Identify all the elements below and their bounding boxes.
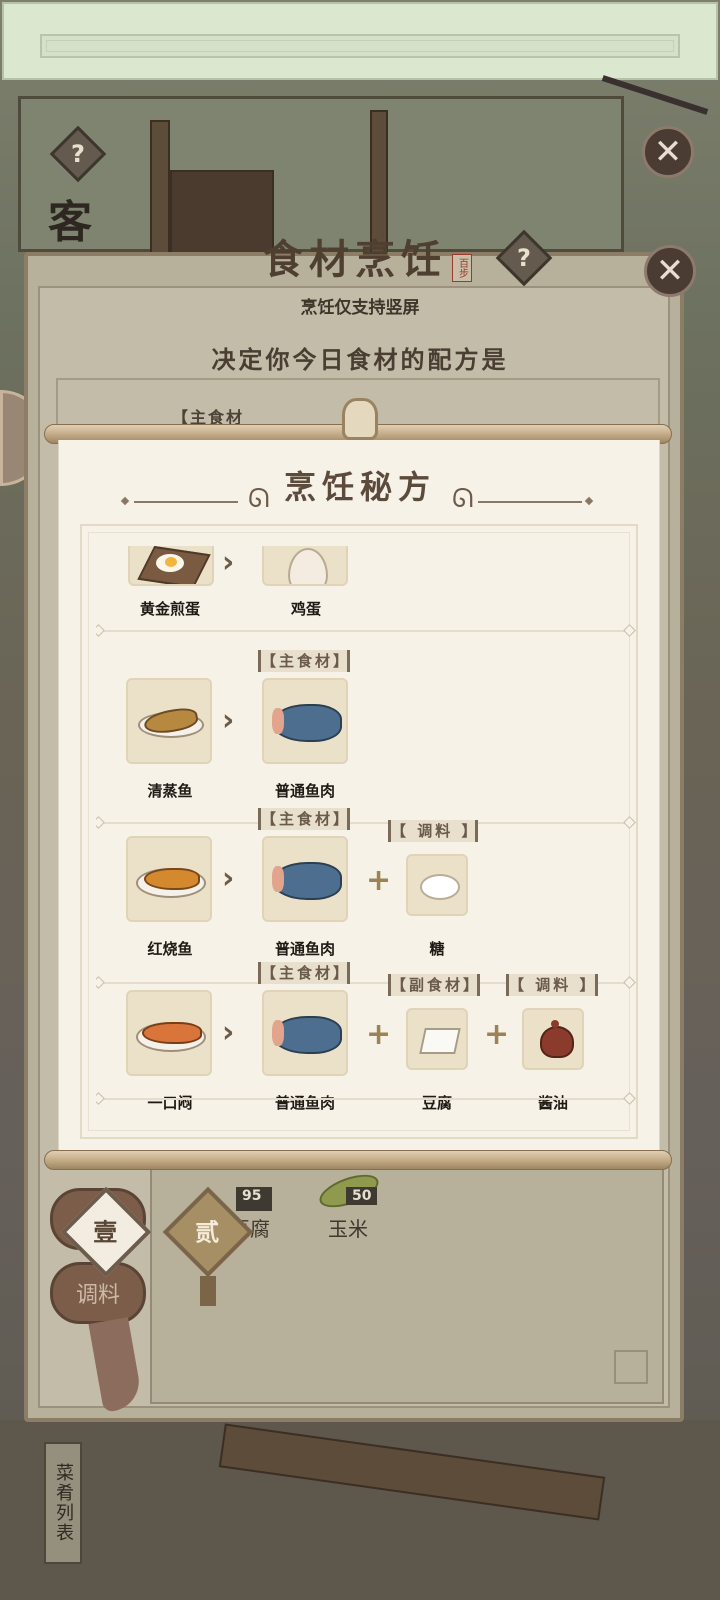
seasoning-button[interactable]: 调料 — [50, 1262, 146, 1324]
fish-meat-icon — [262, 678, 348, 764]
scroll-knot-decoration — [342, 398, 378, 440]
ingredient-name: 豆腐 — [421, 1094, 452, 1112]
seasoning-label: 调料 — [75, 1283, 120, 1308]
tofu-count: 95 — [236, 1187, 268, 1205]
egg-icon — [262, 546, 348, 586]
title-line-right — [478, 501, 582, 503]
dish-list-button[interactable]: 菜肴列表 — [44, 1442, 82, 1564]
top-banner-bar — [40, 34, 680, 58]
main-ingredient-tag: 【主食材】 — [258, 650, 350, 672]
wooden-pillar — [150, 120, 170, 254]
dish-list-label: 菜肴列表 — [53, 1463, 74, 1543]
recipe-list[interactable]: 黄金煎蛋 › 鸡蛋 【主食材】 清蒸鱼 › 普通鱼肉 【主食材】 【 调料 】 … — [96, 546, 636, 1116]
dish-name: 清蒸鱼 — [147, 782, 193, 800]
scroll-bottom-rod — [44, 1150, 672, 1170]
soy-sauce-icon — [522, 1008, 584, 1070]
ingredient-name: 普通鱼肉 — [274, 940, 335, 958]
tab-two-label: 贰 — [195, 1217, 220, 1247]
panel-close-button[interactable]: ✕ — [644, 245, 696, 297]
main-ingredient-tag: 【主食材】 — [258, 808, 350, 830]
recipe-row[interactable]: 【主食材】 清蒸鱼 › 普通鱼肉 — [96, 650, 636, 824]
chevron-right-icon: › — [222, 861, 235, 896]
tab-two-pendant — [200, 1276, 216, 1306]
steamed-fish-icon — [126, 678, 212, 764]
fish-meat-icon — [262, 836, 348, 922]
plus-icon: + — [484, 1017, 510, 1052]
close-icon: ✕ — [653, 132, 683, 172]
title-swirl-left-icon: ᘏ — [248, 484, 270, 514]
ingredient-name: 普通鱼肉 — [274, 782, 335, 800]
seasoning-tag: 【 调料 】 — [506, 974, 598, 996]
close-button-background[interactable]: ✕ — [642, 126, 694, 178]
recipe-row[interactable]: 【主食材】 【 调料 】 红烧鱼 › 普通鱼肉 + 糖 — [96, 808, 636, 984]
side-ingredient-tag: 【副食材】 — [388, 974, 480, 996]
scene-partial-label: 客 — [48, 197, 92, 248]
braised-fish-icon — [126, 836, 212, 922]
row-separator — [96, 1098, 632, 1100]
recipe-question: 决定你今日食材的配方是 — [211, 345, 509, 374]
main-ingredient-tag: 【主食材】 — [258, 962, 350, 984]
tab-one-label: 壹 — [93, 1217, 118, 1247]
chevron-right-icon: › — [222, 546, 235, 580]
recipes-title: 烹饪秘方 — [283, 468, 436, 506]
title-line-left — [134, 501, 238, 503]
fish-meat-icon — [262, 990, 348, 1076]
dish-name: 一口闷 — [147, 1094, 193, 1112]
close-icon: ✕ — [655, 251, 685, 291]
recipe-row[interactable]: 黄金煎蛋 › 鸡蛋 — [96, 546, 636, 632]
chevron-right-icon: › — [222, 703, 235, 738]
recipe-row[interactable]: 【主食材】 【副食材】 【 调料 】 一口闷 › 普通鱼肉 + 豆腐 + 酱油 — [96, 962, 636, 1112]
corn-count: 50 — [346, 1187, 378, 1205]
corn-name[interactable]: 玉米 — [328, 1213, 368, 1242]
plus-icon: + — [366, 863, 392, 898]
ingredient-name: 普通鱼肉 — [274, 1094, 335, 1112]
ingredient-name: 鸡蛋 — [290, 600, 321, 618]
portrait-only-note: 烹饪仅支持竖屏 — [300, 298, 420, 318]
plus-icon: + — [366, 1017, 392, 1052]
title-swirl-right-icon: ᘏ — [452, 484, 474, 514]
ingredient-name: 糖 — [429, 940, 445, 958]
one-bite-dish-icon — [126, 990, 212, 1076]
top-banner — [2, 2, 718, 80]
seasoning-tag: 【 调料 】 — [388, 820, 478, 842]
sugar-icon — [406, 854, 468, 916]
dish-name: 黄金煎蛋 — [139, 600, 200, 618]
corner-pattern-decoration — [614, 1350, 648, 1384]
tofu-icon — [406, 1008, 468, 1070]
chevron-right-icon: › — [222, 1015, 235, 1050]
title-seal-stamp: 百步 — [452, 254, 472, 282]
fried-egg-icon — [128, 546, 214, 586]
dish-name: 红烧鱼 — [147, 940, 193, 958]
ingredient-name: 酱油 — [537, 1094, 568, 1112]
question-icon: ? — [517, 244, 531, 272]
inventory-panel — [150, 1150, 664, 1404]
row-separator — [96, 630, 632, 632]
question-icon: ? — [71, 140, 85, 168]
